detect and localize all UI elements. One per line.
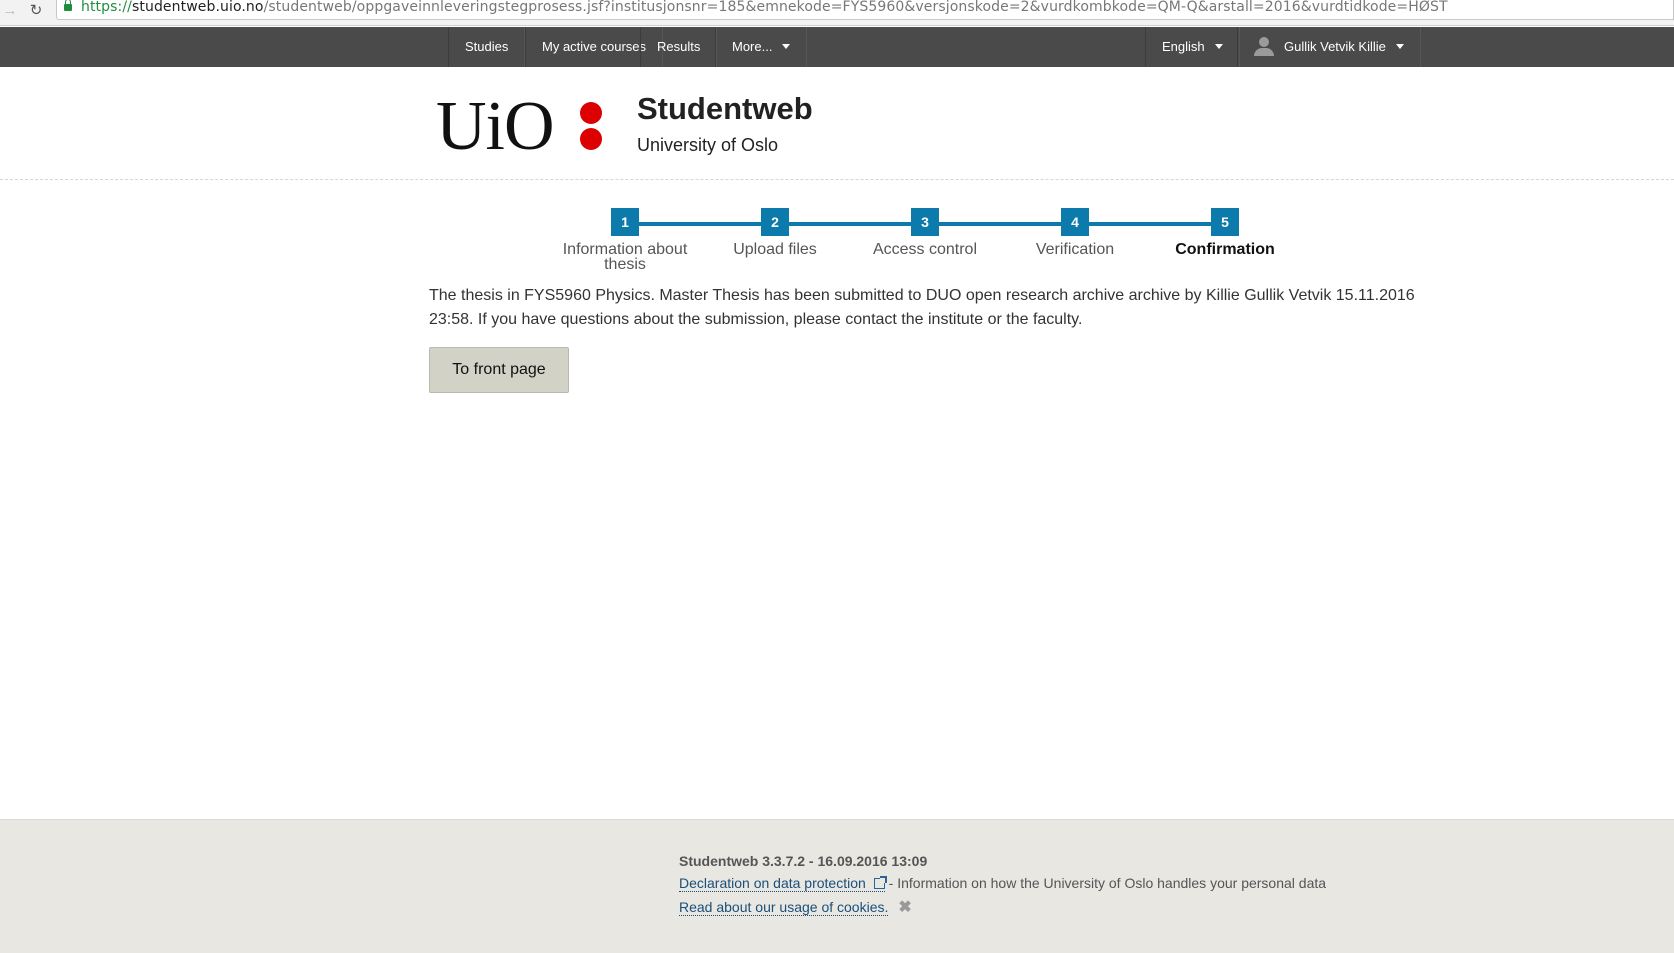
step-number: 3: [911, 208, 939, 236]
footer: Studentweb 3.3.7.2 - 16.09.2016 13:09 De…: [0, 819, 1674, 953]
nav-results[interactable]: Results: [640, 27, 718, 67]
step-number: 5: [1211, 208, 1239, 236]
cookies-line: Read about our usage of cookies. ✖: [679, 897, 912, 917]
step-label: Upload files: [733, 241, 817, 258]
user-icon: [1254, 36, 1274, 56]
lock-icon: [64, 0, 72, 11]
to-front-page-button[interactable]: To front page: [429, 347, 569, 393]
chevron-down-icon: [782, 44, 791, 50]
confirmation-message: The thesis in FYS5960 Physics. Master Th…: [429, 287, 1415, 328]
browser-url-bar: → ↻ https://studentweb.uio.no/studentweb…: [0, 0, 1674, 26]
step-label: Access control: [872, 241, 978, 258]
step-5: 5 Confirmation: [1150, 208, 1300, 258]
site-subtitle: University of Oslo: [637, 135, 779, 155]
top-navigation: Studies My active courses Results More..…: [0, 27, 1674, 67]
nav-more-dropdown[interactable]: More...: [715, 27, 808, 67]
nav-studies[interactable]: Studies: [448, 27, 526, 67]
chevron-down-icon: [1395, 44, 1404, 50]
step-3: 3 Access control: [850, 208, 1000, 258]
step-label: Information about thesis: [562, 241, 688, 273]
privacy-description: - Information on how the University of O…: [884, 875, 1327, 891]
site-title[interactable]: Studentweb: [637, 91, 813, 127]
step-number: 4: [1061, 208, 1089, 236]
step-1: 1 Information about thesis: [550, 208, 700, 273]
cookies-link[interactable]: Read about our usage of cookies.: [679, 899, 889, 916]
privacy-link[interactable]: Declaration on data protection: [679, 875, 887, 892]
uio-logo[interactable]: UiO: [436, 87, 555, 167]
site-header: UiO Studentweb University of Oslo: [0, 67, 1674, 180]
logo-dot-icon: [580, 102, 602, 124]
close-icon[interactable]: ✖: [898, 897, 911, 917]
reload-icon[interactable]: ↻: [26, 1, 46, 23]
language-dropdown[interactable]: English: [1145, 27, 1240, 67]
version-info: Studentweb 3.3.7.2 - 16.09.2016 13:09: [679, 853, 928, 869]
url-text: https://studentweb.uio.no/studentweb/opp…: [81, 0, 1448, 15]
step-progress: 1 Information about thesis 2 Upload file…: [540, 208, 1300, 278]
back-arrow-icon[interactable]: →: [0, 1, 20, 23]
step-number: 1: [611, 208, 639, 236]
address-field[interactable]: https://studentweb.uio.no/studentweb/opp…: [56, 0, 1674, 20]
logo-dot-icon: [580, 128, 602, 150]
step-label: Verification: [1035, 241, 1115, 258]
step-number: 2: [761, 208, 789, 236]
step-2: 2 Upload files: [700, 208, 850, 258]
external-link-icon: [873, 876, 887, 889]
step-4: 4 Verification: [1000, 208, 1150, 258]
privacy-line: Declaration on data protection - Informa…: [679, 875, 1327, 892]
user-menu-dropdown[interactable]: Gullik Vetvik Killie: [1237, 27, 1421, 67]
chevron-down-icon: [1214, 44, 1223, 50]
step-label: Confirmation: [1175, 241, 1275, 258]
